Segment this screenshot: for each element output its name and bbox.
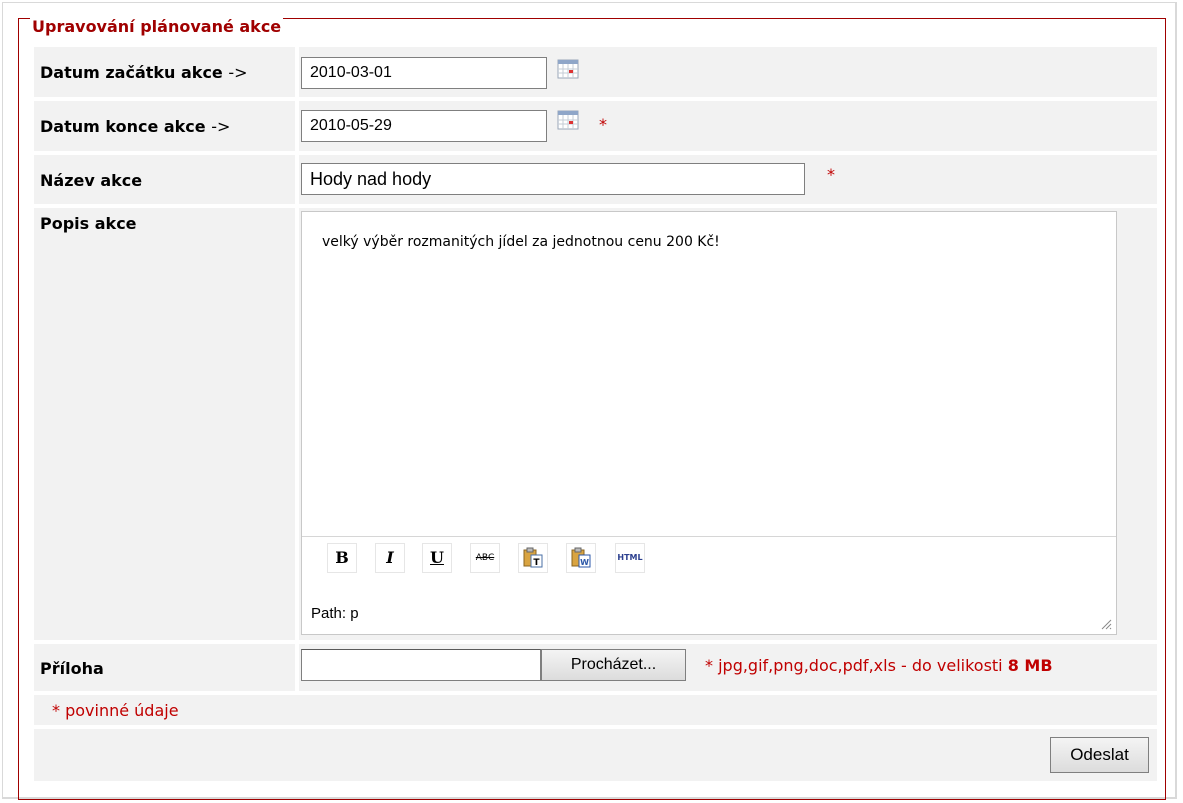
attachment-size-limit: 8 MB [1007,656,1053,675]
form-legend: Upravování plánované akce [30,17,284,37]
calendar-icon[interactable] [557,59,579,79]
svg-text:T: T [533,558,540,568]
browse-button[interactable]: Procházet... [541,649,686,681]
row-required-note [34,695,1157,725]
required-marker: * [827,165,835,184]
event-description-label: Popis akce [40,214,137,233]
end-date-label: Datum konce akce -> [40,117,231,136]
resize-grip-icon[interactable] [1100,618,1112,630]
required-note: * povinné údaje [52,701,179,720]
italic-button[interactable]: I [375,543,405,573]
paste-word-button[interactable]: W [566,543,596,573]
svg-text:W: W [580,558,589,567]
attachment-hint: * jpg,gif,png,doc,pdf,xls - do velikosti… [705,656,1053,675]
submit-button[interactable]: Odeslat [1050,737,1149,773]
editor-path: Path: p [311,605,359,622]
strikethrough-button[interactable]: ABC [470,543,500,573]
description-editor[interactable]: velký výběr rozmanitých jídel za jednotn… [301,211,1117,635]
required-marker: * [599,115,607,134]
bold-button[interactable]: B [327,543,357,573]
paste-text-icon: T [523,547,543,568]
start-date-label: Datum začátku akce -> [40,63,248,82]
row-end-date: Datum konce akce -> [34,101,1157,151]
calendar-icon[interactable] [557,110,579,130]
start-date-input[interactable]: 2010-03-01 [301,57,547,89]
paste-word-icon: W [571,547,591,568]
underline-button[interactable]: U [422,543,452,573]
event-name-input[interactable]: Hody nad hody [301,163,805,195]
row-start-date: Datum začátku akce -> [34,47,1157,97]
attachment-file-field[interactable] [301,649,541,681]
editor-content[interactable]: velký výběr rozmanitých jídel za jednotn… [322,234,720,250]
paste-text-button[interactable]: T [518,543,548,573]
attachment-label: Příloha [40,659,104,678]
end-date-input[interactable]: 2010-05-29 [301,110,547,142]
html-source-button[interactable]: HTML [615,543,645,573]
event-name-label: Název akce [40,171,143,190]
row-submit [34,729,1157,781]
